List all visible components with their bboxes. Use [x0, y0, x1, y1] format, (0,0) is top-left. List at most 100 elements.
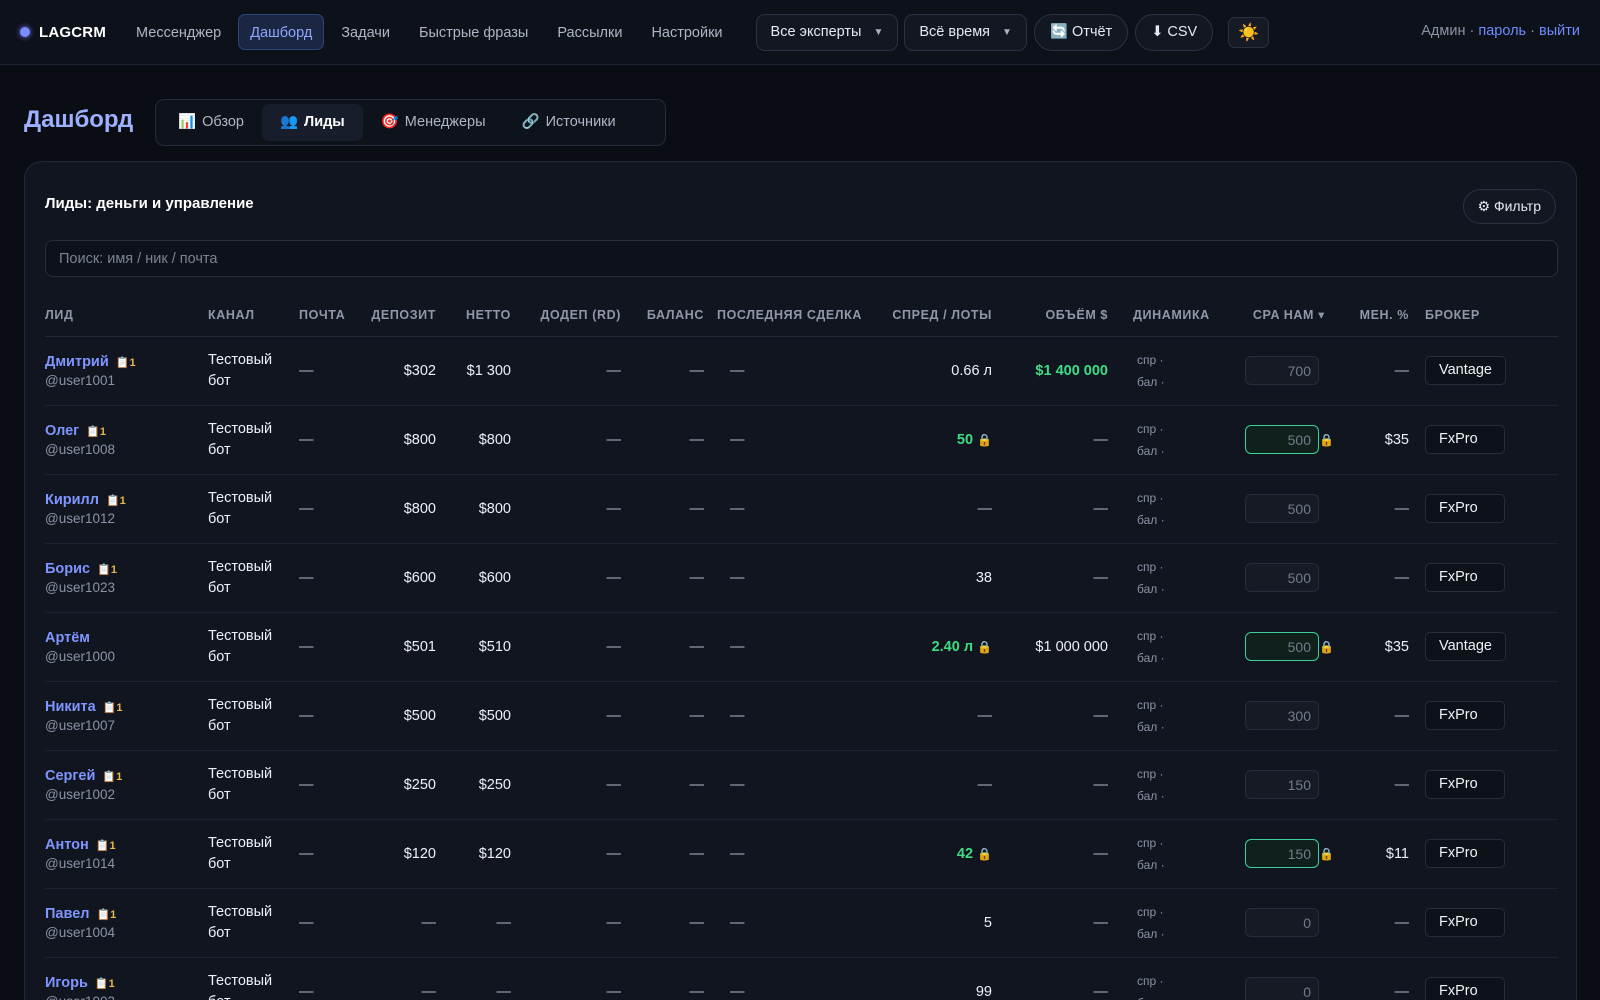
balance-cell: —: [634, 612, 717, 682]
column-header: Спред / лоты: [890, 294, 1005, 337]
lead-name-link[interactable]: Игорь: [45, 975, 88, 991]
tab-item[interactable]: 🎯 Менеджеры: [363, 104, 504, 141]
table-row[interactable]: Борис 📋1 @user1023 Тестовый бот — $600 $600— — —…: [45, 543, 1558, 613]
report-button[interactable]: 🔄 Отчёт: [1033, 13, 1129, 51]
channel-cell: Тестовый бот: [208, 474, 299, 544]
cpa-input[interactable]: [1245, 839, 1319, 868]
dynamics-balance-label: бал ·: [1137, 650, 1165, 665]
dynamics-block: спр · бал ·: [1137, 349, 1228, 393]
spread-value: 2.40 л: [931, 638, 974, 655]
table-row[interactable]: Кирилл 📋1 @user1012 Тестовый бот — $800 $800— —…: [45, 474, 1558, 544]
cpa-input[interactable]: [1245, 908, 1319, 937]
dynamics-spread-label: спр ·: [1137, 766, 1164, 781]
nav-item[interactable]: Настройки: [639, 14, 734, 50]
cpa-wrapper: [1228, 770, 1338, 799]
tab-item[interactable]: 👥 Лиды: [261, 104, 363, 141]
logout-link[interactable]: выйти: [1539, 23, 1580, 39]
lead-name-link[interactable]: Антон: [45, 837, 89, 853]
redep-cell: —: [524, 405, 634, 475]
column-header: Лид: [45, 294, 208, 337]
redep-cell: —: [524, 750, 634, 820]
broker-select[interactable]: Vantage: [1425, 356, 1506, 385]
broker-select[interactable]: FxPro: [1425, 425, 1505, 454]
table-row[interactable]: Павел 📋1 @user1004 Тестовый бот — — — — — —5— спр …: [45, 888, 1558, 958]
brand[interactable]: LAGCRM: [20, 24, 106, 41]
balance-cell: —: [634, 957, 717, 1000]
tab-item[interactable]: 🔗 Источники: [504, 104, 634, 141]
brand-dot-icon: [20, 27, 30, 37]
cpa-input[interactable]: [1245, 494, 1319, 523]
dynamics-spread-label: спр ·: [1137, 904, 1164, 919]
notes-badge: 📋1: [102, 701, 123, 714]
spread-cell: —: [890, 750, 1005, 820]
table-row[interactable]: Олег 📋1 @user1008 Тестовый бот — $800 $800— — —5…: [45, 405, 1558, 475]
table-row[interactable]: Сергей 📋1 @user1002 Тестовый бот — $250 $250— —…: [45, 750, 1558, 820]
period-select[interactable]: Всё время ▼: [904, 13, 1027, 51]
cpa-input[interactable]: [1245, 770, 1319, 799]
last-deal-cell: —: [717, 750, 890, 820]
lead-cell: Артём @user1000: [45, 612, 208, 682]
last-deal-cell: —: [717, 888, 890, 958]
dynamics-cell: спр · бал ·: [1121, 819, 1228, 889]
dynamics-block: спр · бал ·: [1137, 487, 1228, 531]
broker-select[interactable]: FxPro: [1425, 977, 1505, 1000]
balance-cell: —: [634, 474, 717, 544]
broker-select[interactable]: Vantage: [1425, 632, 1506, 661]
broker-select[interactable]: FxPro: [1425, 908, 1505, 937]
cpa-input[interactable]: [1245, 356, 1319, 385]
nav-item[interactable]: Дашборд: [238, 14, 325, 50]
table-row[interactable]: Никита 📋1 @user1007 Тестовый бот — $500 $500— —…: [45, 681, 1558, 751]
lead-nick: @user1014: [45, 855, 115, 871]
lead-name-line: Антон 📋1: [45, 837, 208, 853]
nav-item[interactable]: Мессенджер: [124, 14, 233, 50]
cpa-input[interactable]: [1245, 632, 1319, 661]
cpa-input[interactable]: [1245, 701, 1319, 730]
cpa-input[interactable]: [1245, 977, 1319, 1000]
tab-item[interactable]: 📊 Обзор: [160, 104, 262, 141]
spread-cell: —: [890, 681, 1005, 751]
lead-cell: Игорь 📋1 @user1003: [45, 957, 208, 1000]
column-header: Брокер: [1422, 294, 1558, 337]
theme-toggle-button[interactable]: ☀️: [1228, 16, 1270, 48]
email-cell: —: [299, 612, 371, 682]
search-input[interactable]: [45, 240, 1558, 277]
cpa-input[interactable]: [1245, 425, 1319, 454]
cpa-wrapper: [1228, 908, 1338, 937]
column-header: Додеп (RD): [524, 294, 634, 337]
table-row[interactable]: Игорь📋1@user1003Тестовый бот——————99—спр…: [45, 957, 1558, 1000]
lead-name-link[interactable]: Артём: [45, 630, 90, 646]
broker-select[interactable]: FxPro: [1425, 770, 1505, 799]
tab-icon: 👥: [279, 114, 299, 130]
column-header: Нетто: [449, 294, 524, 337]
lead-name-link[interactable]: Борис: [45, 561, 90, 577]
nav-item[interactable]: Рассылки: [545, 14, 634, 50]
experts-select[interactable]: Все эксперты ▼: [755, 13, 899, 51]
net-cell: $250: [449, 750, 524, 820]
broker-select[interactable]: FxPro: [1425, 701, 1505, 730]
csv-button[interactable]: ⬇ CSV: [1135, 13, 1214, 51]
filter-button[interactable]: ⚙ Фильтр: [1462, 189, 1556, 224]
column-header[interactable]: CPA нам ▾: [1228, 294, 1338, 337]
nav-item[interactable]: Быстрые фразы: [407, 14, 540, 50]
lead-name-link[interactable]: Павел: [45, 906, 89, 922]
lead-name-link[interactable]: Сергей: [45, 768, 95, 784]
volume-cell: —: [1005, 750, 1121, 820]
lead-name-link[interactable]: Никита: [45, 699, 96, 715]
cpa-input[interactable]: [1245, 563, 1319, 592]
lead-name-link[interactable]: Олег: [45, 423, 79, 439]
dynamics-block: спр · бал ·: [1137, 970, 1228, 1000]
broker-select[interactable]: FxPro: [1425, 839, 1505, 868]
table-row[interactable]: Артём @user1000 Тестовый бот — $501 $510— — —2.…: [45, 612, 1558, 682]
broker-select[interactable]: FxPro: [1425, 563, 1505, 592]
table-row[interactable]: Дмитрий 📋1 @user1001 Тестовый бот — $302 $1 30…: [45, 336, 1558, 406]
password-link[interactable]: пароль: [1478, 23, 1526, 39]
lead-name-link[interactable]: Дмитрий: [45, 354, 109, 370]
lead-name-link[interactable]: Кирилл: [45, 492, 99, 508]
broker-select[interactable]: FxPro: [1425, 494, 1505, 523]
table-row[interactable]: Антон 📋1 @user1014 Тестовый бот — $120 $120— — —…: [45, 819, 1558, 889]
nav-item[interactable]: Задачи: [329, 14, 402, 50]
dynamics-spread-label: спр ·: [1137, 421, 1164, 436]
redep-cell: —: [524, 957, 634, 1000]
lead-name-line: Артём: [45, 630, 208, 646]
manager-percent-cell: —: [1338, 336, 1422, 406]
